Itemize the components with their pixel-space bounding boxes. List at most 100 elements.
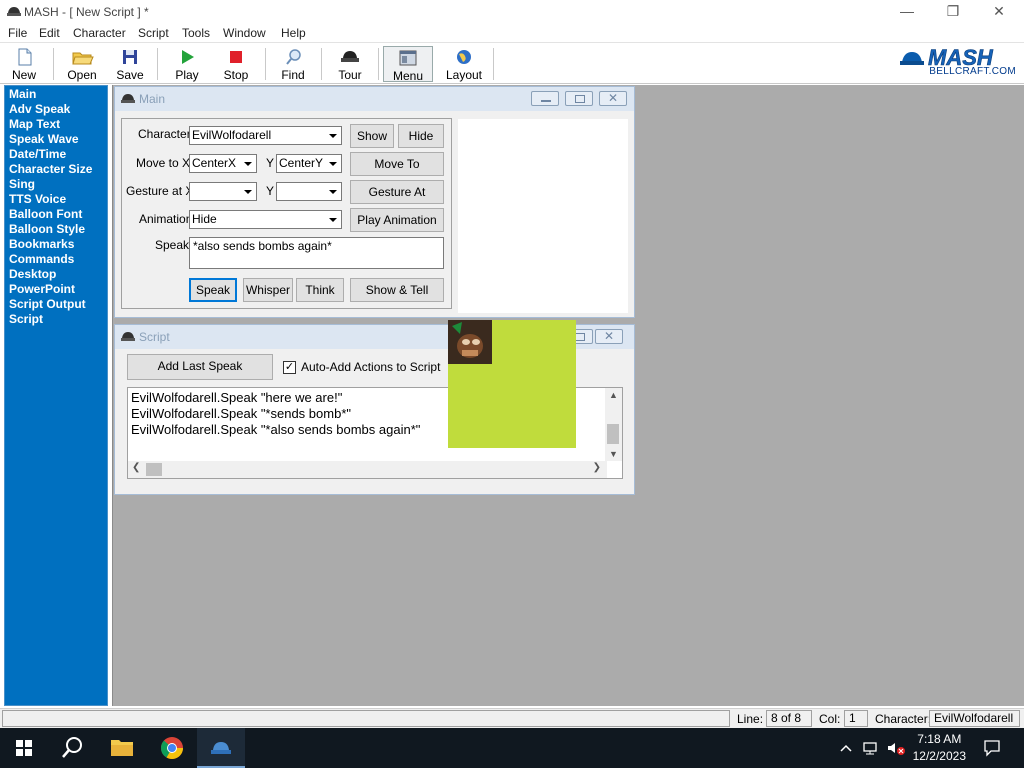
scroll-left-icon[interactable]: ❮ [132,462,140,473]
think-button[interactable]: Think [296,278,344,302]
mash-logo-icon: MASH [900,45,994,70]
close-icon[interactable]: ✕ [976,0,1022,24]
sidebar-item-character-size[interactable]: Character Size [5,162,107,177]
scroll-up-icon[interactable]: ▲ [605,388,622,402]
system-clock[interactable]: 7:18 AM 12/2/2023 [913,731,966,765]
taskbar-mash[interactable] [197,728,245,768]
minimize-icon[interactable] [531,91,559,106]
gesture-y-select[interactable] [276,182,342,201]
sidebar-item-balloon-font[interactable]: Balloon Font [5,207,107,222]
menu-label: Menu [392,69,424,83]
horizontal-scrollbar[interactable]: ❮ ❯ [128,461,607,478]
start-button[interactable] [0,728,48,768]
move-y-select[interactable]: CenterY [276,154,342,173]
col-label: Col: [819,712,841,726]
chevron-down-icon [325,211,341,228]
chevron-down-icon [325,155,341,172]
main-window: Main ✕ Character EvilWolfodarell Show Hi… [114,86,635,318]
script-line[interactable]: EvilWolfodarell.Speak "here we are!" [128,390,420,406]
speak-button[interactable]: Speak [189,278,237,302]
chevron-up-icon[interactable] [838,740,854,756]
tour-button[interactable]: Tour [328,46,372,82]
menu-help[interactable]: Help [281,26,306,40]
vertical-scroll-thumb[interactable] [607,424,619,444]
tour-label: Tour [338,68,362,82]
show-and-tell-button[interactable]: Show & Tell [350,278,444,302]
close-icon[interactable]: ✕ [595,329,623,344]
taskbar-file-explorer[interactable] [98,728,146,768]
line-label: Line: [737,712,764,726]
character-select-value: EvilWolfodarell [192,128,272,142]
sidebar-item-desktop[interactable]: Desktop [5,267,107,282]
sidebar-item-map-text[interactable]: Map Text [5,117,107,132]
close-icon[interactable]: ✕ [599,91,627,106]
network-icon[interactable] [862,740,880,756]
add-last-speak-button[interactable]: Add Last Speak [127,354,273,380]
sidebar-item-script[interactable]: Script [5,312,107,327]
sidebar-item-adv-speak[interactable]: Adv Speak [5,102,107,117]
open-button[interactable]: Open [60,46,104,82]
sidebar-item-balloon-style[interactable]: Balloon Style [5,222,107,237]
toolbar-separator [378,48,379,80]
show-button[interactable]: Show [350,124,394,148]
layout-button[interactable]: Layout [440,46,488,82]
sidebar-item-powerpoint[interactable]: PowerPoint [5,282,107,297]
volume-muted-icon[interactable] [886,740,906,756]
minimize-icon[interactable]: — [884,0,930,24]
menu-file[interactable]: File [8,26,27,40]
find-button[interactable]: Find [272,46,314,82]
animation-select[interactable]: Hide [189,210,342,229]
menu-tools[interactable]: Tools [182,26,210,40]
tour-hat-icon [341,51,359,62]
notifications-icon[interactable] [983,739,1001,757]
mash-hat-icon [211,742,231,754]
move-to-button[interactable]: Move To [350,152,444,176]
main-window-titlebar[interactable]: Main ✕ [115,87,634,111]
menu-edit[interactable]: Edit [39,26,60,40]
horizontal-scroll-thumb[interactable] [146,463,162,476]
vertical-scrollbar[interactable]: ▲ ▼ [605,388,622,461]
menu-script[interactable]: Script [138,26,169,40]
sidebar-item-bookmarks[interactable]: Bookmarks [5,237,107,252]
sidebar-item-commands[interactable]: Commands [5,252,107,267]
script-line[interactable]: EvilWolfodarell.Speak "*sends bomb*" [128,406,420,422]
sidebar-item-sing[interactable]: Sing [5,177,107,192]
taskbar-chrome[interactable] [148,728,196,768]
character-avatar[interactable] [448,320,492,364]
sidebar-item-script-output[interactable]: Script Output [5,297,107,312]
auto-add-label: Auto-Add Actions to Script [301,360,441,374]
auto-add-checkbox[interactable]: ✓ [283,361,296,374]
restore-icon[interactable] [565,91,593,106]
hat-icon [121,332,135,341]
character-sprite-area[interactable] [448,320,576,448]
whisper-button[interactable]: Whisper [243,278,293,302]
character-select[interactable]: EvilWolfodarell [189,126,342,145]
speak-text-input[interactable]: *also sends bombs again* [189,237,444,269]
play-button[interactable]: Play [166,46,208,82]
gesture-at-button[interactable]: Gesture At [350,180,444,204]
menu-character[interactable]: Character [73,26,126,40]
gesture-at-x-label: Gesture at X [126,184,194,198]
sidebar-item-date-time[interactable]: Date/Time [5,147,107,162]
windows-taskbar: 7:18 AM 12/2/2023 [0,728,1024,768]
save-label: Save [116,68,144,82]
menu-toggle-button[interactable]: Menu [383,46,433,83]
clock-time: 7:18 AM [917,732,962,746]
save-button[interactable]: Save [110,46,150,82]
scroll-down-icon[interactable]: ▼ [605,447,622,461]
script-line[interactable]: EvilWolfodarell.Speak "*also sends bombs… [128,422,420,438]
scroll-right-icon[interactable]: ❯ [593,462,601,473]
sidebar-item-speak-wave[interactable]: Speak Wave [5,132,107,147]
play-animation-button[interactable]: Play Animation [350,208,444,232]
sidebar-item-tts-voice[interactable]: TTS Voice [5,192,107,207]
gesture-x-select[interactable] [189,182,257,201]
gesture-y-label: Y [266,184,275,198]
menu-window[interactable]: Window [223,26,266,40]
stop-button[interactable]: Stop [214,46,258,82]
search-button[interactable] [48,728,96,768]
restore-icon[interactable]: ❐ [930,0,976,24]
sidebar-item-main[interactable]: Main [5,87,107,102]
move-x-select[interactable]: CenterX [189,154,257,173]
new-button[interactable]: New [4,46,44,82]
hide-button[interactable]: Hide [398,124,444,148]
